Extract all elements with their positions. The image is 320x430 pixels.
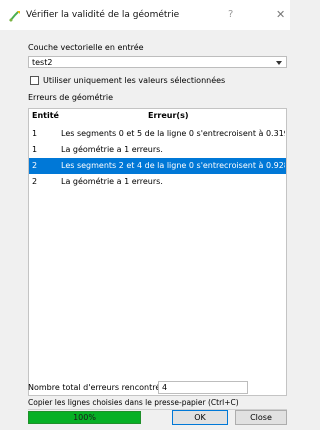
window-title: Vérifier la validité de la géométrie — [26, 10, 180, 20]
close-window-button[interactable]: ✕ — [276, 8, 285, 21]
input-layer-combobox[interactable]: test2 — [28, 56, 287, 68]
progress-bar: 100% — [28, 411, 141, 424]
selected-only-label: Utiliser uniquement les valeurs sélectio… — [43, 76, 226, 85]
chevron-down-icon — [276, 61, 282, 65]
table-row[interactable]: 1 Les segments 0 et 5 de la ligne 0 s'en… — [29, 126, 286, 142]
ok-button[interactable]: OK — [172, 410, 228, 425]
table-row[interactable]: 2 La géométrie a 1 erreurs. — [29, 174, 286, 190]
error-cell: La géométrie a 1 erreurs. — [61, 145, 163, 154]
entity-cell: 1 — [32, 129, 38, 138]
entity-cell: 2 — [32, 161, 38, 170]
help-button[interactable]: ? — [228, 9, 233, 20]
errors-section-label: Erreurs de géométrie — [28, 93, 114, 102]
error-cell: Les segments 0 et 5 de la ligne 0 s'entr… — [61, 129, 285, 138]
total-errors-field[interactable]: 4 — [158, 381, 248, 394]
error-cell: La géométrie a 1 erreurs. — [61, 177, 163, 186]
error-cell: Les segments 2 et 4 de la ligne 0 s'entr… — [61, 161, 285, 170]
input-layer-label: Couche vectorielle en entrée — [28, 43, 144, 52]
entity-cell: 2 — [32, 177, 38, 186]
copy-hint-text: Copier les lignes choisies dans le press… — [28, 398, 239, 407]
table-row[interactable]: 1 La géométrie a 1 erreurs. — [29, 142, 286, 158]
entity-cell: 1 — [32, 145, 38, 154]
column-header-errors[interactable]: Erreur(s) — [148, 111, 189, 120]
total-errors-label: Nombre total d'erreurs rencontrées — [28, 383, 170, 392]
close-button[interactable]: Close — [235, 410, 287, 425]
column-header-entity[interactable]: Entité — [32, 111, 59, 120]
table-row-selected[interactable]: 2 Les segments 2 et 4 de la ligne 0 s'en… — [29, 158, 286, 174]
input-layer-value: test2 — [32, 58, 53, 67]
progress-text: 100% — [73, 413, 96, 422]
selected-only-checkbox[interactable] — [30, 76, 39, 85]
qgis-geometry-check-icon — [9, 10, 21, 22]
